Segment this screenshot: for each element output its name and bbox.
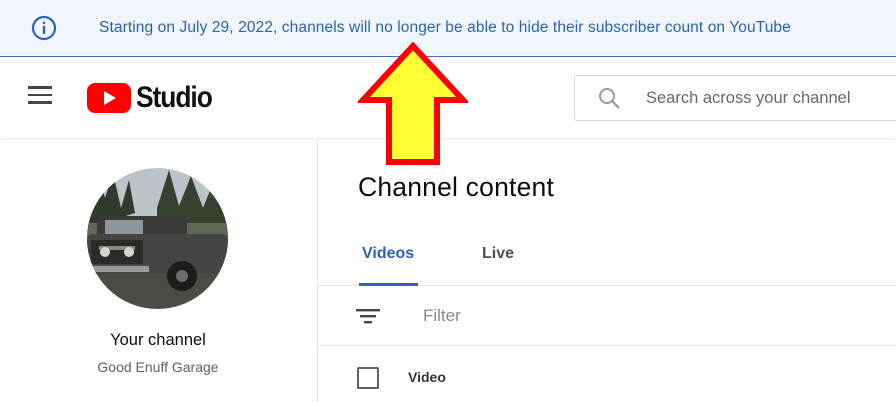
filter-icon[interactable] (356, 306, 380, 326)
search-icon (599, 88, 620, 109)
tab-live[interactable]: Live (482, 245, 514, 263)
main-content: Channel content Videos Live Filter Video (318, 138, 896, 402)
tab-videos[interactable]: Videos (362, 245, 414, 263)
search-box[interactable]: Search across your channel (574, 75, 896, 121)
page-title: Channel content (358, 172, 555, 202)
youtube-studio-logo[interactable]: Studio (87, 81, 222, 114)
active-tab-indicator (359, 283, 418, 286)
select-all-checkbox[interactable] (357, 367, 379, 389)
search-input[interactable]: Search across your channel (646, 89, 851, 108)
channel-avatar[interactable] (87, 168, 228, 309)
your-channel-label: Your channel (110, 331, 206, 349)
content-tabs: Videos Live (318, 228, 896, 286)
column-header-video: Video (408, 369, 446, 385)
logo-text: Studio (136, 81, 213, 114)
table-header-row: Video (318, 346, 896, 402)
hamburger-menu-icon[interactable] (28, 86, 56, 110)
youtube-play-icon (87, 83, 131, 113)
annotation-up-arrow (358, 42, 468, 165)
filter-bar: Filter (318, 287, 896, 346)
info-icon (31, 15, 57, 41)
channel-name: Good Enuff Garage (97, 359, 219, 375)
banner-message: Starting on July 29, 2022, channels will… (99, 19, 791, 36)
filter-input[interactable]: Filter (423, 306, 461, 326)
channel-sidebar: Your channel Good Enuff Garage (0, 138, 318, 402)
truck-photo (87, 168, 228, 309)
